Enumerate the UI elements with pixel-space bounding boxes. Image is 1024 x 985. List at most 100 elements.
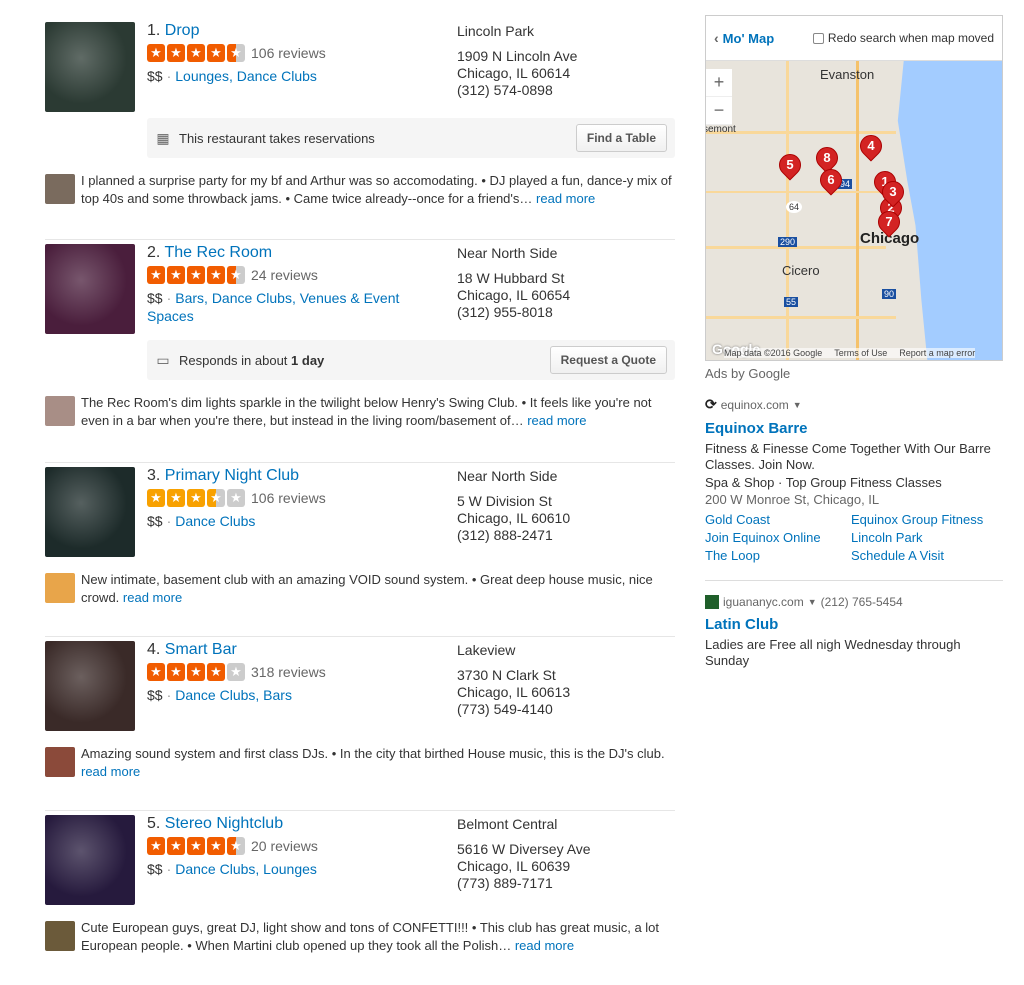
map-canvas[interactable]: + − Evanston semont Chicago Cicero 64 29… (706, 61, 1002, 360)
mo-map-link[interactable]: ‹ Mo' Map (714, 30, 774, 46)
lake-michigan (897, 61, 1002, 360)
ad-domain[interactable]: iguananyc.com ▼ (212) 765-5454 (705, 595, 1003, 609)
iguana-logo-icon (705, 595, 719, 609)
map-pin-5[interactable]: 5 (774, 149, 806, 181)
separator-dot: · (166, 861, 172, 877)
business-name-link[interactable]: Smart Bar (165, 641, 237, 658)
map-label-evanston: Evanston (820, 67, 875, 82)
ad-iguana: iguananyc.com ▼ (212) 765-5454 Latin Clu… (705, 595, 1003, 669)
ad-sitelink[interactable]: Gold Coast (705, 511, 851, 528)
street-address: 5 W Division St (457, 493, 552, 509)
zoom-in-button[interactable]: + (706, 69, 732, 97)
star-rating: ★ ★ ★ ★ ★ (147, 489, 245, 507)
ads-sidebar: Ads by Google ⟳ equinox.com ▼ Equinox Ba… (705, 366, 1003, 669)
ad-title[interactable]: Latin Club (705, 616, 1003, 633)
search-result: 1. Drop ★ ★ ★ ★ ★ 106 reviews $$ · Lounges, Dance… (45, 18, 675, 240)
category-links[interactable]: Lounges, Dance Clubs (175, 68, 317, 84)
city-state-zip: Chicago, IL 60654 (457, 287, 571, 303)
star-icon: ★ (147, 663, 165, 681)
map-widget[interactable]: ‹ Mo' Map Redo search when map moved + −… (705, 15, 1003, 361)
business-photo[interactable] (45, 244, 135, 334)
highway-shield-55: 55 (784, 297, 799, 307)
read-more-link[interactable]: read more (81, 764, 140, 779)
snippet-text: Amazing sound system and first class DJs… (81, 745, 675, 781)
map-header: ‹ Mo' Map Redo search when map moved (706, 16, 1002, 61)
neighborhood: Lakeview (457, 642, 516, 658)
read-more-link[interactable]: read more (123, 590, 182, 605)
star-icon: ★ (207, 837, 225, 855)
business-name-link[interactable]: Drop (165, 22, 200, 39)
read-more-link[interactable]: read more (527, 413, 586, 428)
rating-row: ★ ★ ★ ★ ★ 106 reviews (147, 44, 447, 62)
business-photo[interactable] (45, 641, 135, 731)
action-button[interactable]: Request a Quote (549, 346, 667, 374)
star-icon: ★ (227, 663, 245, 681)
rating-row: ★ ★ ★ ★ ★ 318 reviews (147, 663, 447, 681)
category-links[interactable]: Dance Clubs, Bars (175, 687, 292, 703)
star-rating: ★ ★ ★ ★ ★ (147, 44, 245, 62)
search-result: 4. Smart Bar ★ ★ ★ ★ ★ 318 reviews $$ · Dance Clu… (45, 637, 675, 811)
chevron-down-icon: ▼ (807, 597, 817, 607)
ad-sitelink[interactable]: Schedule A Visit (851, 547, 1001, 564)
price-categories: $$ · Dance Clubs, Lounges (147, 860, 447, 878)
read-more-link[interactable]: read more (515, 938, 574, 953)
terms-link[interactable]: Terms of Use (834, 348, 887, 358)
star-icon: ★ (227, 837, 245, 855)
review-snippet: Cute European guys, great DJ, light show… (45, 919, 675, 955)
ad-equinox: ⟳ equinox.com ▼ Equinox Barre Fitness & … (705, 396, 1003, 564)
star-icon: ★ (147, 837, 165, 855)
business-name-link[interactable]: Stereo Nightclub (165, 815, 283, 832)
review-count: 106 reviews (251, 45, 326, 61)
ad-sitelink[interactable]: Join Equinox Online (705, 529, 851, 546)
star-icon: ★ (227, 266, 245, 284)
ad-address: 200 W Monroe St, Chicago, IL (705, 492, 880, 507)
avatar[interactable] (45, 921, 75, 951)
report-map-error-link[interactable]: Report a map error (899, 348, 975, 358)
redo-search-checkbox[interactable]: Redo search when map moved (812, 31, 994, 45)
ad-sitelink[interactable]: Lincoln Park (851, 529, 1001, 546)
review-snippet: Amazing sound system and first class DJs… (45, 745, 675, 781)
business-name-link[interactable]: The Rec Room (165, 244, 273, 261)
result-number: 4. (147, 641, 161, 658)
ad-domain-text: iguananyc.com (723, 595, 804, 609)
star-icon: ★ (167, 489, 185, 507)
avatar[interactable] (45, 573, 75, 603)
ad-phone[interactable]: (212) 765-5454 (821, 595, 903, 609)
map-label-belmont: semont (706, 124, 736, 135)
star-rating: ★ ★ ★ ★ ★ (147, 266, 245, 284)
zoom-out-button[interactable]: − (706, 97, 732, 125)
ad-sitelink[interactable]: The Loop (705, 547, 851, 564)
ad-sitelink[interactable]: Equinox Group Fitness (851, 511, 1001, 528)
map-label-cicero: Cicero (782, 263, 820, 278)
action-text-main: This restaurant takes reservations (179, 130, 375, 146)
result-main: 3. Primary Night Club ★ ★ ★ ★ ★ 106 reviews $$ ·… (147, 466, 447, 530)
category-links[interactable]: Dance Clubs (175, 513, 255, 529)
star-icon: ★ (227, 44, 245, 62)
divider (705, 580, 1003, 581)
ad-title[interactable]: Equinox Barre (705, 420, 1003, 437)
map-pin-4[interactable]: 4 (855, 130, 887, 162)
redo-search-label: Redo search when map moved (827, 31, 994, 45)
result-main: 2. The Rec Room ★ ★ ★ ★ ★ 24 reviews $$ · Bars, D… (147, 243, 447, 325)
street-address: 1909 N Lincoln Ave (457, 48, 578, 64)
avatar[interactable] (45, 174, 75, 204)
ad-domain[interactable]: ⟳ equinox.com ▼ (705, 396, 1003, 413)
highway-shield-90: 90 (882, 289, 897, 299)
avatar[interactable] (45, 396, 75, 426)
photo-placeholder (45, 22, 135, 112)
category-links[interactable]: Bars, Dance Clubs, Venues & Event Spaces (147, 290, 399, 324)
search-result: 5. Stereo Nightclub ★ ★ ★ ★ ★ 20 reviews $$ · Dan… (45, 811, 675, 985)
business-name-link[interactable]: Primary Night Club (165, 467, 299, 484)
checkbox-icon[interactable] (812, 32, 824, 44)
business-photo[interactable] (45, 22, 135, 112)
avatar[interactable] (45, 747, 75, 777)
category-links[interactable]: Dance Clubs, Lounges (175, 861, 317, 877)
result-main: 4. Smart Bar ★ ★ ★ ★ ★ 318 reviews $$ · Dance Clu… (147, 640, 447, 704)
snippet-body: Amazing sound system and first class DJs… (81, 746, 665, 761)
address-block: Near North Side 5 W Division St Chicago, I… (457, 468, 570, 544)
action-button[interactable]: Find a Table (575, 124, 667, 152)
result-title: 2. The Rec Room (147, 243, 447, 263)
business-photo[interactable] (45, 815, 135, 905)
business-photo[interactable] (45, 467, 135, 557)
read-more-link[interactable]: read more (536, 191, 595, 206)
